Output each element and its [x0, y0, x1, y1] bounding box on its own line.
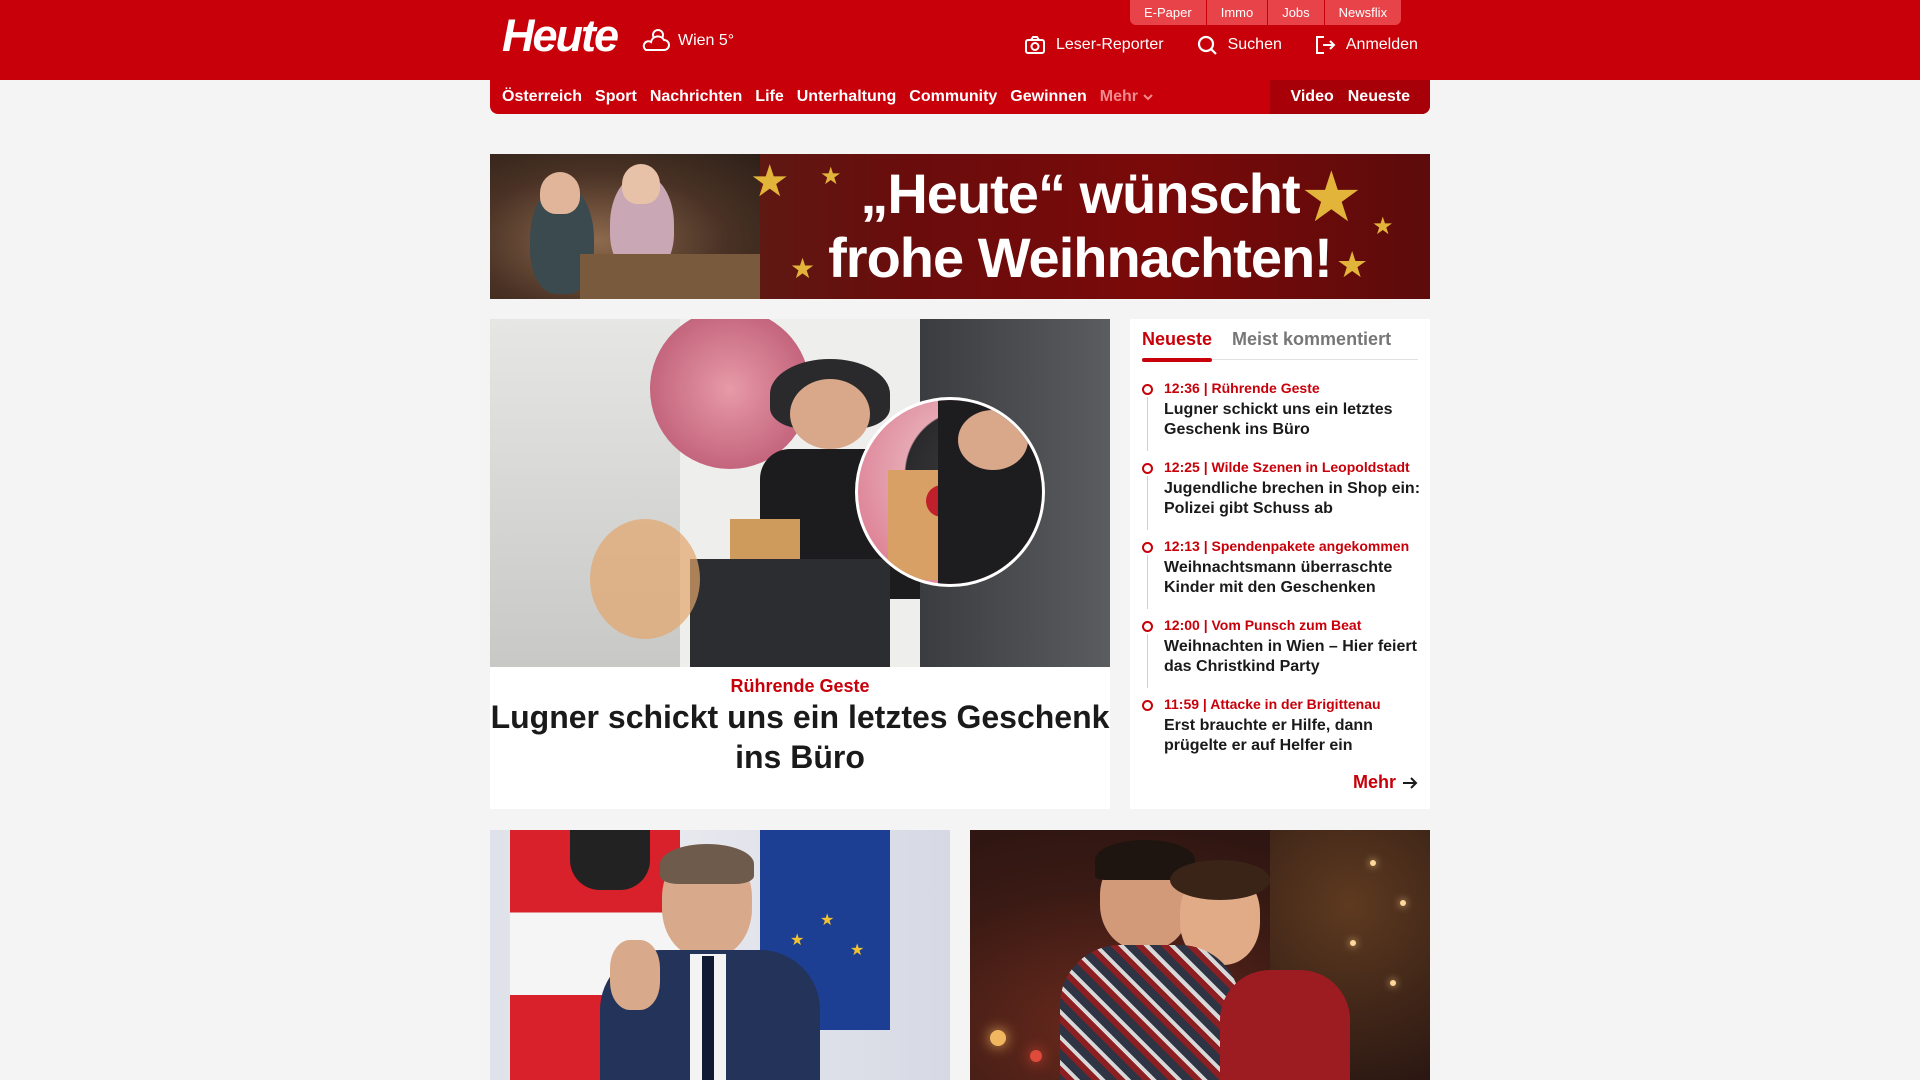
timeline-line	[1147, 397, 1148, 451]
top-link-immo[interactable]: Immo	[1205, 0, 1268, 25]
mehr-label: Mehr	[1352, 772, 1396, 792]
feed-item-meta: 12:25 | Wilde Szenen in Leopoldstadt	[1164, 459, 1410, 475]
search-button[interactable]: Suchen	[1196, 34, 1282, 56]
list-item[interactable]: 12:13 | Spendenpakete angekommen Weihnac…	[1142, 537, 1422, 616]
timeline-dot	[1142, 621, 1153, 632]
nav-item-gewinnen[interactable]: Gewinnen	[1010, 88, 1086, 106]
login-icon	[1315, 36, 1336, 54]
login-label: Anmelden	[1345, 36, 1418, 53]
search-label: Suchen	[1227, 36, 1282, 53]
feed-item-title[interactable]: Lugner schickt uns ein letztes Geschenk …	[1164, 400, 1422, 440]
christmas-banner[interactable]: ★ ★ ★ ★ ★ ★ „Heute“ wünscht frohe Weihna…	[490, 154, 1430, 299]
tab-neueste[interactable]: Neueste	[1142, 329, 1212, 350]
feed-item-title[interactable]: Weihnachtsmann überraschte Kinder mit de…	[1164, 558, 1422, 598]
nav-item-nachrichten[interactable]: Nachrichten	[650, 88, 742, 106]
nav-item-sport[interactable]: Sport	[595, 88, 637, 106]
banner-headline: „Heute“ wünscht frohe Weihnachten!	[780, 162, 1380, 290]
feed-item-title[interactable]: Erst brauchte er Hilfe, dann prügelte er…	[1164, 716, 1422, 756]
top-links: E-Paper Immo Jobs Newsflix	[1130, 0, 1402, 25]
camera-icon	[1025, 36, 1045, 54]
list-item[interactable]: 12:00 | Vom Punsch zum Beat Weihnachten …	[1142, 616, 1422, 695]
star-icon: ★	[790, 932, 805, 949]
main-teaser[interactable]: Rührende Geste Lugner schickt uns ein le…	[490, 319, 1110, 809]
leser-reporter-label: Leser-Reporter	[1056, 36, 1164, 53]
feed-item-meta: 12:36 | Rührende Geste	[1164, 380, 1320, 396]
top-link-jobs[interactable]: Jobs	[1267, 0, 1324, 25]
header-bar	[0, 0, 1920, 80]
feed-item-meta: 11:59 | Attacke in der Brigittenau	[1164, 696, 1381, 712]
timeline-dot	[1142, 384, 1153, 395]
sidebar-tabs: Neueste Meist kommentiert	[1142, 329, 1391, 350]
top-link-newsflix[interactable]: Newsflix	[1323, 0, 1402, 25]
feed-item-title[interactable]: Jugendliche brechen in Shop ein: Polizei…	[1164, 479, 1422, 519]
main-nav: Österreich Sport Nachrichten Life Unterh…	[490, 80, 1430, 114]
cloud-sun-icon	[642, 29, 670, 51]
active-tab-indicator	[1142, 358, 1212, 362]
main-teaser-kicker: Rührende Geste	[730, 676, 870, 696]
feed-item-meta: 12:13 | Spendenpakete angekommen	[1164, 538, 1410, 554]
list-item[interactable]: 12:25 | Wilde Szenen in Leopoldstadt Jug…	[1142, 458, 1422, 537]
top-link-epaper[interactable]: E-Paper	[1130, 0, 1206, 25]
timeline-dot	[1142, 463, 1153, 474]
news-sidebar: Neueste Meist kommentiert 12:36 | Rühren…	[1130, 319, 1430, 809]
list-item[interactable]: 11:59 | Attacke in der Brigittenau Erst …	[1142, 695, 1422, 774]
main-teaser-headline[interactable]: Lugner schickt uns ein letztes Geschenk …	[490, 697, 1110, 777]
tab-meist-kommentiert[interactable]: Meist kommentiert	[1232, 329, 1391, 350]
timeline-line	[1147, 634, 1148, 688]
star-icon: ★	[850, 942, 865, 959]
timeline-dot	[1142, 700, 1153, 711]
nav-more-label: Mehr	[1099, 88, 1138, 105]
arrow-right-icon	[1403, 776, 1418, 789]
heute-logo[interactable]: Heute	[502, 10, 619, 62]
banner-photo	[490, 154, 760, 299]
banner-line-1: „Heute“ wünscht	[860, 162, 1300, 225]
nav-more-dropdown[interactable]: Mehr	[1100, 88, 1154, 106]
teaser-image-politician[interactable]: ★ ★ ★	[490, 830, 950, 1080]
feed-item-title[interactable]: Weihnachten in Wien – Hier feiert das Ch…	[1164, 637, 1422, 677]
login-button[interactable]: Anmelden	[1314, 34, 1418, 56]
banner-line-2: frohe Weihnachten!	[828, 226, 1333, 289]
timeline-line	[1147, 555, 1148, 609]
teaser-image-couple[interactable]	[970, 830, 1430, 1080]
nav-item-neueste[interactable]: Neueste	[1348, 88, 1410, 106]
weather-widget[interactable]: Wien 5°	[640, 26, 734, 56]
header-actions: Leser-Reporter Suchen Anmelden	[1024, 34, 1418, 56]
weather-label: Wien 5°	[678, 32, 735, 49]
nav-item-video[interactable]: Video	[1290, 88, 1333, 106]
list-item[interactable]: 12:36 | Rührende Geste Lugner schickt un…	[1142, 379, 1422, 458]
news-feed: 12:36 | Rührende Geste Lugner schickt un…	[1142, 379, 1422, 774]
main-teaser-image[interactable]	[490, 319, 1110, 667]
feed-item-meta: 12:00 | Vom Punsch zum Beat	[1164, 617, 1362, 633]
timeline-dot	[1142, 542, 1153, 553]
timeline-line	[1147, 476, 1148, 530]
nav-item-oesterreich[interactable]: Österreich	[502, 88, 582, 106]
nav-item-life[interactable]: Life	[755, 88, 783, 106]
star-icon: ★	[820, 912, 835, 929]
search-icon	[1197, 35, 1217, 55]
leser-reporter-button[interactable]: Leser-Reporter	[1024, 34, 1164, 56]
nav-right: Video Neueste	[1270, 80, 1430, 114]
nav-item-unterhaltung[interactable]: Unterhaltung	[797, 88, 897, 106]
mehr-link[interactable]: Mehr	[1353, 772, 1418, 793]
chevron-down-icon	[1143, 94, 1153, 101]
nav-item-community[interactable]: Community	[909, 88, 997, 106]
